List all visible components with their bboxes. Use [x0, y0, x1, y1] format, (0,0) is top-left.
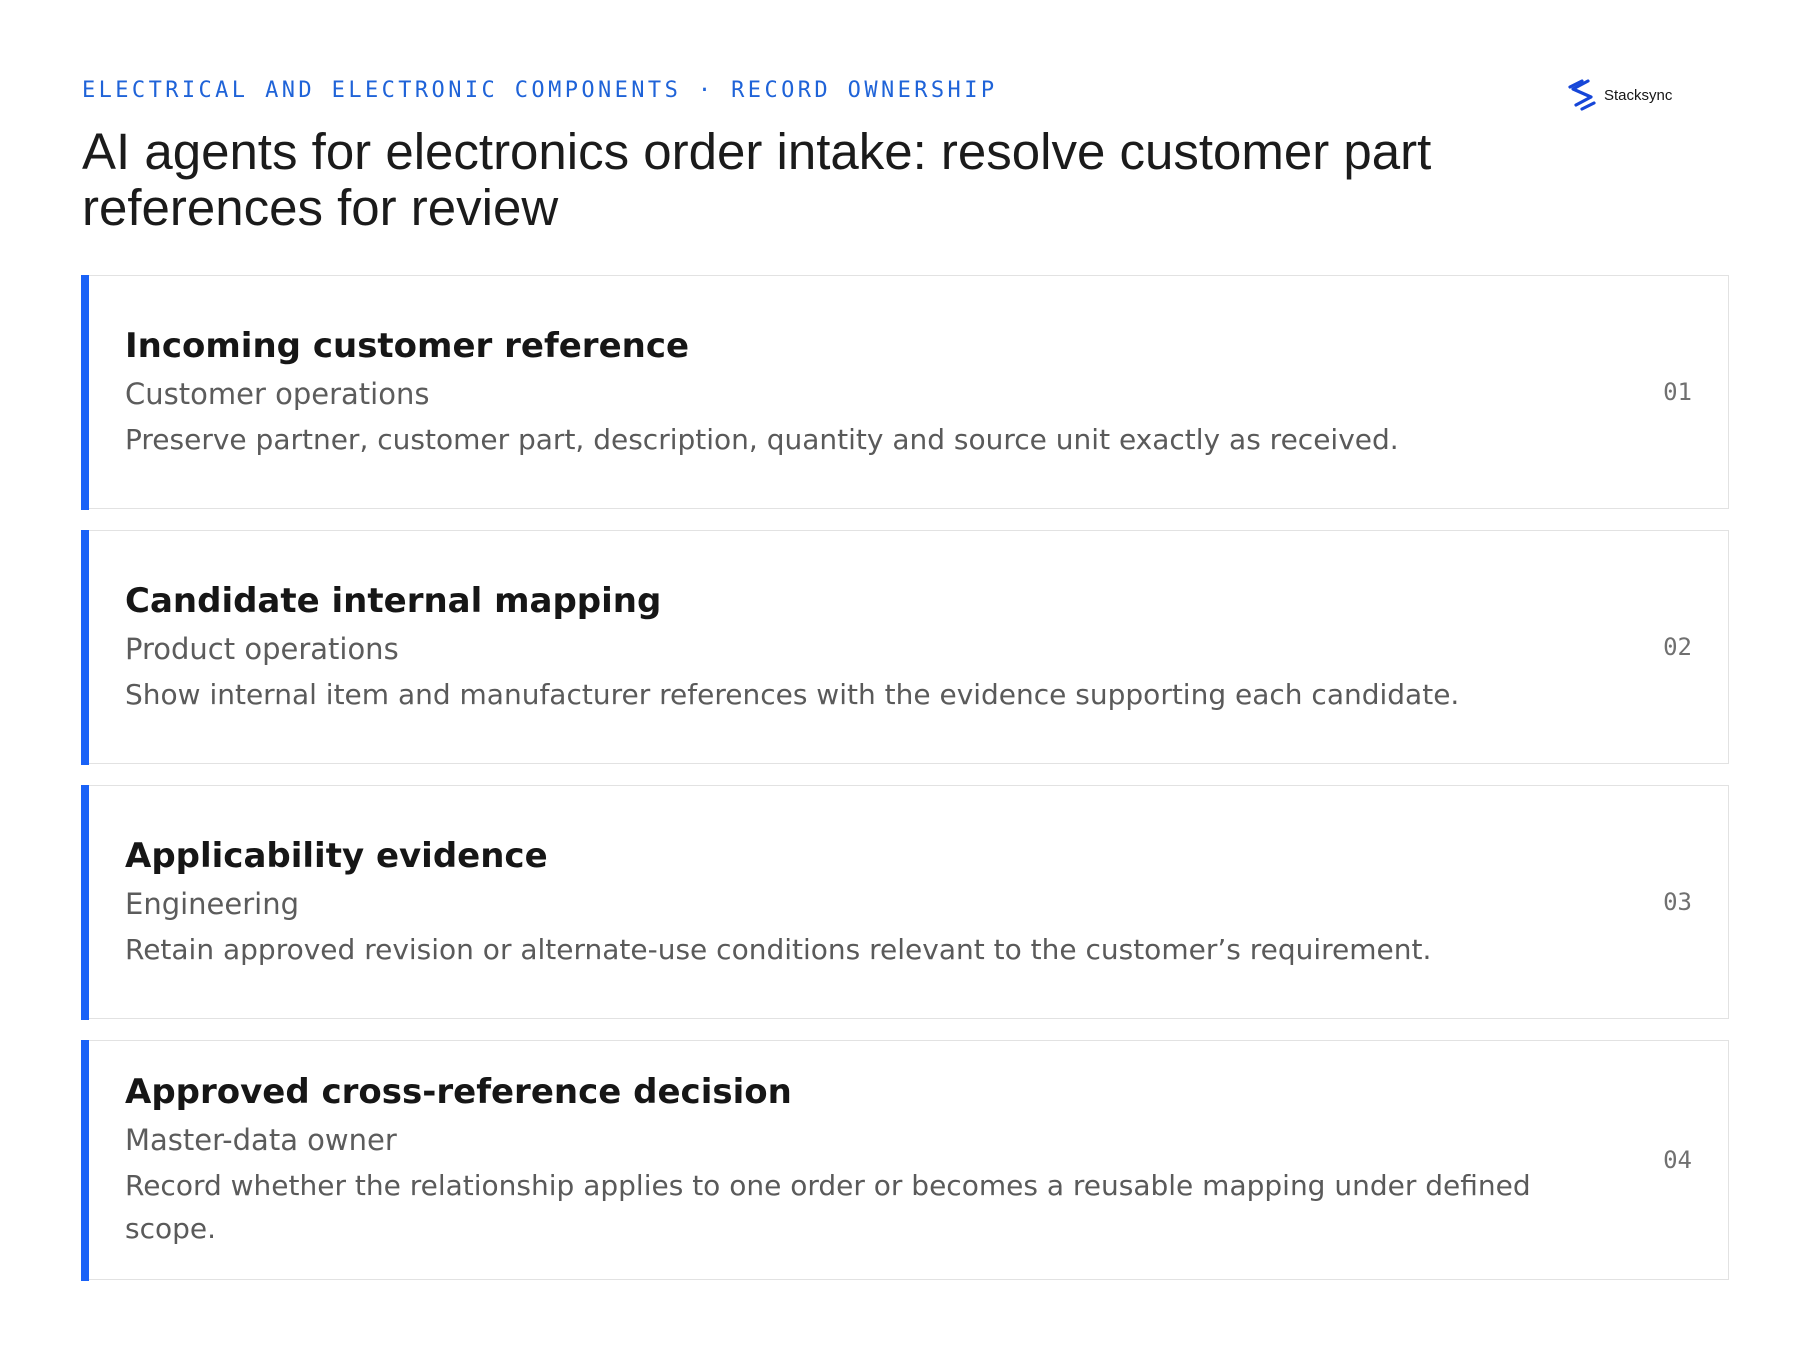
- card-title: Incoming customer reference: [125, 325, 690, 366]
- card-number: 03: [1663, 888, 1692, 916]
- brand-name: Stacksync: [1604, 86, 1673, 104]
- card-number: 04: [1663, 1146, 1692, 1174]
- card-accent-bar: [81, 1039, 89, 1281]
- card-title: Candidate internal mapping: [125, 580, 662, 621]
- ownership-card: Approved cross-reference decision Master…: [81, 1039, 1729, 1281]
- card-title: Approved cross-reference decision: [125, 1072, 792, 1112]
- card-description: Record whether the relationship applies …: [125, 1169, 1531, 1245]
- ownership-card: Applicability evidence Engineering Retai…: [81, 784, 1729, 1020]
- card-accent-bar: [81, 784, 89, 1020]
- ownership-card: Incoming customer reference Customer ope…: [81, 274, 1729, 510]
- card-description: Show internal item and manufacturer refe…: [125, 677, 1460, 711]
- stacksync-logo-icon: [1568, 79, 1596, 111]
- ownership-card: Candidate internal mapping Product opera…: [81, 529, 1729, 765]
- card-owner: Engineering: [125, 886, 299, 921]
- card-number: 01: [1663, 378, 1692, 406]
- page-title: AI agents for electronics order intake: …: [82, 123, 1432, 236]
- card-title: Applicability evidence: [125, 835, 548, 876]
- card-owner: Customer operations: [125, 376, 430, 411]
- card-number: 02: [1663, 633, 1692, 661]
- card-owner: Product operations: [125, 631, 399, 666]
- brand-logo: Stacksync: [1566, 78, 1672, 112]
- section-eyebrow: ELECTRICAL AND ELECTRONIC COMPONENTS · R…: [82, 78, 998, 103]
- card-description: Retain approved revision or alternate-us…: [125, 932, 1432, 966]
- card-accent-bar: [81, 274, 89, 510]
- card-accent-bar: [81, 529, 89, 765]
- card-owner: Master-data owner: [125, 1123, 397, 1157]
- card-description: Preserve partner, customer part, descrip…: [125, 422, 1399, 456]
- ownership-card-list: Incoming customer reference Customer ope…: [81, 274, 1729, 1301]
